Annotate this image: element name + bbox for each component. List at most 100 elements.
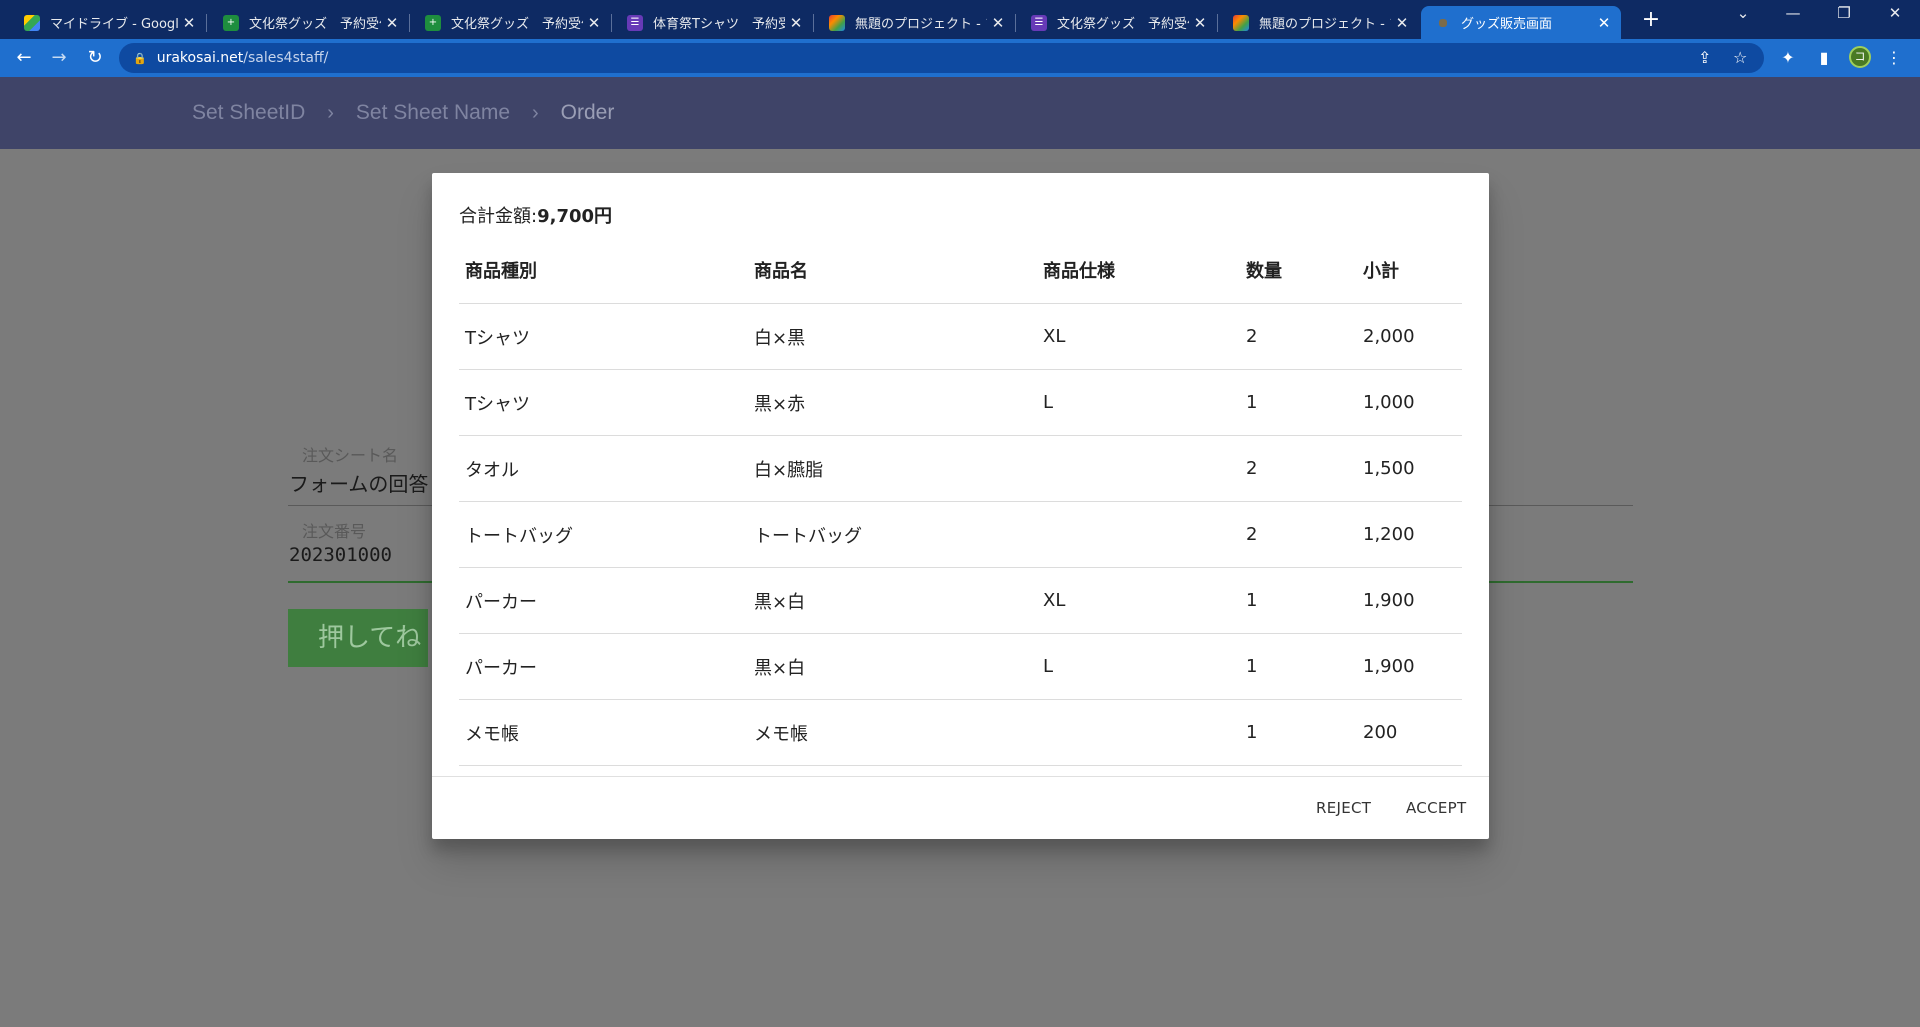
column-header: 商品仕様 [1037, 237, 1240, 304]
cell-category: パーカー [459, 567, 748, 634]
restore-icon[interactable]: ❐ [1829, 4, 1859, 22]
browser-tab-strip: マイドライブ - Google ド ✕ + 文化祭グッズ 予約受付 ✕ + 文化… [0, 0, 1920, 39]
cell-subtotal: 1,900 [1357, 633, 1462, 700]
extensions-puzzle-icon[interactable]: ✦ [1777, 48, 1799, 67]
cell-quantity: 1 [1240, 699, 1357, 766]
cell-product: 黒×白 [748, 567, 1037, 634]
cell-quantity: 1 [1240, 567, 1357, 634]
sheet-name-label: 注文シート名 [302, 446, 399, 465]
table-row: メモ帳 メモ帳 1 200 [459, 699, 1462, 766]
close-icon[interactable]: ✕ [785, 14, 807, 32]
order-number-label: 注文番号 [302, 522, 367, 541]
tab-title: 無題のプロジェクト - プロ [1259, 17, 1391, 32]
table-row: パーカー 黒×白 XL 1 1,900 [459, 567, 1462, 634]
minimize-icon[interactable]: — [1778, 4, 1808, 22]
close-icon[interactable]: ✕ [1391, 14, 1413, 32]
apps-script-icon [1233, 14, 1249, 31]
cell-category: タオル [459, 435, 748, 502]
cell-spec [1037, 699, 1240, 766]
column-header: 小計 [1357, 237, 1462, 304]
browser-tab[interactable]: + 文化祭グッズ 予約受付 ✕ [411, 6, 612, 39]
dialog-actions: REJECT ACCEPT [432, 776, 1489, 839]
address-bar[interactable]: 🔒 urakosai.net/sales4staff/ ⇪ ☆ [119, 43, 1764, 73]
tab-title: 無題のプロジェクト - プロ [855, 17, 987, 32]
close-icon[interactable]: ✕ [178, 14, 200, 32]
cell-subtotal: 200 [1357, 699, 1462, 766]
table-row: トートバッグ トートバッグ 2 1,200 [459, 501, 1462, 568]
tab-title: グッズ販売画面 [1461, 17, 1553, 32]
cell-spec: L [1037, 369, 1240, 436]
cell-quantity: 2 [1240, 303, 1357, 370]
cell-product: 白×黒 [748, 303, 1037, 370]
accept-button[interactable]: ACCEPT [1406, 799, 1466, 817]
cell-spec [1037, 501, 1240, 568]
google-forms-icon: ☰ [1031, 14, 1047, 31]
reject-button[interactable]: REJECT [1316, 799, 1371, 817]
tab-title: 文化祭グッズ 予約受付 [1057, 17, 1189, 32]
back-arrow-icon[interactable]: ← [12, 47, 36, 69]
new-tab-button[interactable]: + [1637, 6, 1665, 34]
cell-spec: L [1037, 633, 1240, 700]
share-icon[interactable]: ⇪ [1698, 48, 1711, 67]
table-header-row: 商品種別 商品名 商品仕様 数量 小計 [459, 237, 1462, 304]
cell-product: 黒×赤 [748, 369, 1037, 436]
cell-category: パーカー [459, 633, 748, 700]
cell-product: メモ帳 [748, 699, 1037, 766]
cell-category: トートバッグ [459, 501, 748, 568]
close-icon[interactable]: ✕ [381, 14, 403, 32]
cell-quantity: 1 [1240, 633, 1357, 700]
side-panel-icon[interactable]: ▮ [1813, 48, 1835, 67]
column-header: 商品名 [748, 237, 1037, 304]
breadcrumb-item-order[interactable]: Order [561, 101, 615, 125]
chrome-menu-icon[interactable]: ⋮ [1883, 48, 1905, 67]
window-close-icon[interactable]: ✕ [1880, 4, 1910, 22]
cell-subtotal: 1,500 [1357, 435, 1462, 502]
cell-quantity: 2 [1240, 501, 1357, 568]
order-items-table: 商品種別 商品名 商品仕様 数量 小計 Tシャツ 白×黒 XL 2 2,000 … [459, 237, 1462, 766]
cell-spec [1037, 435, 1240, 502]
browser-tab[interactable]: ☰ 体育祭Tシャツ 予約受 ✕ [613, 6, 814, 39]
table-row: タオル 白×臙脂 2 1,500 [459, 435, 1462, 502]
reload-icon[interactable]: ↻ [83, 47, 107, 69]
cell-product: 黒×白 [748, 633, 1037, 700]
close-icon[interactable]: ✕ [583, 14, 605, 32]
cell-spec: XL [1037, 303, 1240, 370]
browser-tab[interactable]: + 文化祭グッズ 予約受付 ✕ [209, 6, 410, 39]
google-sheets-icon: + [425, 14, 441, 31]
browser-tab[interactable]: 無題のプロジェクト - プロ ✕ [1219, 6, 1419, 39]
bookmark-star-icon[interactable]: ☆ [1733, 48, 1747, 67]
avatar[interactable]: コ [1849, 46, 1871, 68]
breadcrumb-item-set-sheet-id[interactable]: Set SheetID [192, 101, 305, 125]
cell-spec: XL [1037, 567, 1240, 634]
cell-quantity: 1 [1240, 369, 1357, 436]
browser-tab-active[interactable]: グッズ販売画面 ✕ [1421, 6, 1621, 39]
close-icon[interactable]: ✕ [987, 14, 1009, 32]
breadcrumb-item-set-sheet-name[interactable]: Set Sheet Name [356, 101, 510, 125]
chevron-right-icon: › [327, 101, 334, 124]
tab-title: 体育祭Tシャツ 予約受 [653, 17, 785, 32]
apps-script-icon [829, 14, 845, 31]
sheet-name-field[interactable]: フォームの回答 [289, 468, 428, 497]
browser-toolbar: ← → ↻ 🔒 urakosai.net/sales4staff/ ⇪ ☆ ✦ … [0, 39, 1920, 77]
cell-category: メモ帳 [459, 699, 748, 766]
total-value: 9,700円 [537, 206, 613, 227]
browser-tab[interactable]: マイドライブ - Google ド ✕ [10, 6, 207, 39]
cell-subtotal: 1,900 [1357, 567, 1462, 634]
google-forms-icon: ☰ [627, 14, 643, 31]
column-header: 数量 [1240, 237, 1357, 304]
cell-product: トートバッグ [748, 501, 1037, 568]
tab-search-icon[interactable]: ⌄ [1728, 4, 1758, 22]
forward-arrow-icon[interactable]: → [47, 47, 71, 69]
close-icon[interactable]: ✕ [1593, 14, 1615, 32]
cell-category: Tシャツ [459, 303, 748, 370]
chevron-right-icon: › [532, 101, 539, 124]
total-label: 合計金額: [459, 206, 538, 227]
order-number-field[interactable]: 202301000 [289, 544, 392, 566]
site-icon [1439, 18, 1447, 27]
submit-button[interactable]: 押してね [288, 609, 428, 667]
browser-tab[interactable]: ☰ 文化祭グッズ 予約受付 ✕ [1017, 6, 1218, 39]
browser-tab[interactable]: 無題のプロジェクト - プロ ✕ [815, 6, 1016, 39]
close-icon[interactable]: ✕ [1189, 14, 1211, 32]
order-total: 合計金額:9,700円 [459, 202, 612, 228]
table-row: Tシャツ 黒×赤 L 1 1,000 [459, 369, 1462, 436]
